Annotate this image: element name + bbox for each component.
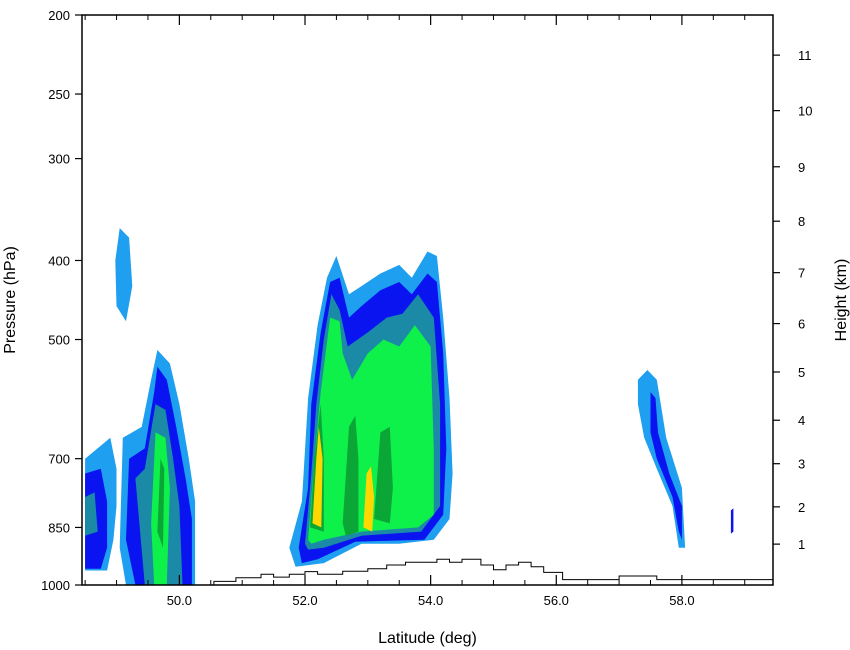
- contour-region: [650, 392, 682, 540]
- y2-tick-label: 3: [798, 457, 805, 472]
- y2-tick-label: 7: [798, 266, 805, 281]
- x-tick-label: 56.0: [544, 593, 569, 608]
- x-tick-label: 58.0: [669, 593, 694, 608]
- x-tick-label: 54.0: [418, 593, 443, 608]
- cross-section-chart: 50.0 52.0 54.0 56.0 58.0 1000 850 700 500 400 300 2…: [2, 8, 850, 647]
- y-tick-label: 850: [48, 520, 70, 535]
- y2-tick-label: 2: [798, 500, 805, 515]
- y-tick-label: 400: [48, 253, 70, 268]
- y-tick-label: 700: [48, 452, 70, 467]
- x-axis-title: Latitude (deg): [378, 630, 477, 647]
- y2-tick-label: 8: [798, 214, 805, 229]
- y2-tick-label: 1: [798, 537, 805, 552]
- y-tick-label: 300: [48, 152, 70, 167]
- x-tick-label: 52.0: [292, 593, 317, 608]
- x-tick-label: 50.0: [167, 593, 192, 608]
- y-tick-label: 250: [48, 87, 70, 102]
- y2-tick-label: 11: [798, 48, 812, 63]
- contour-region: [730, 508, 734, 534]
- y2-tick-label: 10: [798, 104, 812, 119]
- y-axis-title: Pressure (hPa): [2, 246, 19, 354]
- y2-tick-label: 4: [798, 413, 805, 428]
- contour-region: [115, 228, 133, 322]
- y-tick-label: 500: [48, 333, 70, 348]
- y2-axis-title: Height (km): [833, 259, 850, 342]
- y2-tick-label: 5: [798, 365, 805, 380]
- y2-tick-label: 6: [798, 317, 805, 332]
- y-tick-label: 1000: [41, 578, 70, 593]
- y2-tick-label: 9: [798, 160, 805, 175]
- y-tick-label: 200: [48, 8, 70, 23]
- contour-fills: [85, 228, 734, 585]
